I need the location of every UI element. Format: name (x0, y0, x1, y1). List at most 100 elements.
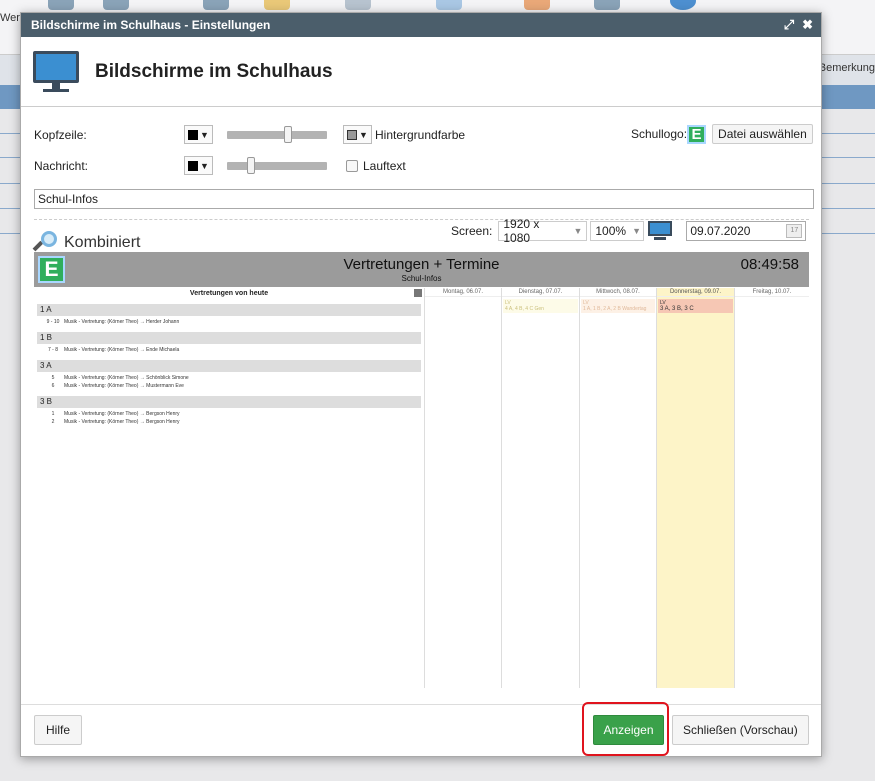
nachricht-opacity-slider[interactable] (227, 156, 327, 174)
entry-text: Musik - Vertretung: (Körner Theo) → Berg… (64, 411, 180, 417)
day-header: Donnerstag, 09.07. (657, 288, 734, 297)
resolution-select[interactable]: 1920 x 1080 ▼ (498, 217, 588, 245)
entry-hour: 2 (51, 419, 55, 425)
date-value: 09.07.2020 (690, 224, 751, 238)
anzeigen-button[interactable]: Anzeigen (593, 715, 664, 745)
hilfe-button[interactable]: Hilfe (34, 715, 83, 745)
chevron-down-icon: ▼ (632, 226, 641, 236)
dropdown-arrow-icon: ▼ (359, 129, 368, 140)
slider-handle[interactable] (284, 125, 292, 143)
schliessen-vorschau-button[interactable]: Schließen (Vorschau) (672, 715, 809, 745)
calendar-icon[interactable]: 17 (786, 224, 803, 238)
preview-clock: 08:49:58 (740, 256, 799, 273)
class-header: 1 A (37, 304, 421, 316)
resolution-value: 1920 x 1080 (503, 217, 540, 245)
kopfzeile-label: Kopfzeile: (34, 127, 87, 142)
entry-text: Musik - Vertretung: (Körner Theo) → Ende… (64, 347, 180, 353)
kopfzeile-row: Kopfzeile: ▼ ▼ Hintergrundfarbe (34, 125, 465, 144)
settings-dialog: Bildschirme im Schulhaus - Einstellungen… (20, 12, 822, 757)
help-icon[interactable] (670, 0, 696, 10)
dropdown-arrow-icon: ▼ (200, 160, 209, 171)
preview-subtitle: Schul-Infos (401, 274, 442, 283)
day-header: Freitag, 10.07. (735, 288, 809, 297)
class-header: 3 A (37, 360, 421, 372)
expand-icon[interactable]: ⤢ (784, 17, 794, 33)
substitution-title-text: Vertretungen von heute (189, 290, 269, 297)
date-input[interactable]: 09.07.2020 17 (686, 221, 807, 241)
substitution-entry: 7 - 8 Musik - Vertretung: (Körner Theo) →… (34, 346, 424, 354)
entry-text: Musik - Vertretung: (Körner Theo) → Schö… (64, 375, 189, 381)
nachricht-color-button[interactable]: ▼ (184, 156, 213, 175)
entry-text: Musik - Vertretung: (Körner Theo) → Berg… (64, 419, 180, 425)
kopfzeile-opacity-slider[interactable] (227, 125, 327, 143)
zoom-select[interactable]: 100% ▼ (590, 221, 645, 241)
substitution-entry: 6 Musik - Vertretung: (Körner Theo) → Mus… (34, 382, 424, 390)
substitution-entry: 9 - 10 Musik - Vertretung: (Körner Theo) … (34, 318, 424, 326)
chart-icon[interactable] (524, 0, 550, 10)
color-swatch (188, 160, 199, 171)
slider-handle[interactable] (247, 156, 255, 174)
day-column: Dienstag, 07.07. LV 4 A, 4 B, 4 C Gen (501, 288, 579, 688)
week-calendar: Montag, 06.07. Dienstag, 07.07. LV 4 A, … (424, 288, 809, 688)
calendar-event: LV 1 A, 1 B, 2 A, 2 B Wandertag (581, 299, 655, 313)
entry-hour: 6 (51, 383, 55, 389)
entry-hour: 5 (51, 375, 55, 381)
entry-text: Musik - Vertretung: (Körner Theo) → Must… (64, 383, 184, 389)
substitution-entry: 5 Musik - Vertretung: (Körner Theo) → Sch… (34, 374, 424, 382)
entry-hour: 1 (51, 411, 55, 417)
zoom-value: 100% (595, 224, 627, 238)
dialog-title: Bildschirme im Schulhaus - Einstellungen (31, 18, 271, 32)
lauftext-checkbox[interactable] (346, 159, 358, 172)
class-header: 1 B (37, 332, 421, 344)
toolbar-icon[interactable] (48, 0, 74, 10)
clock-icon[interactable] (103, 0, 129, 10)
folder-icon[interactable] (264, 0, 290, 10)
divider (34, 219, 809, 220)
day-header: Mittwoch, 08.07. (580, 288, 656, 297)
dialog-titlebar[interactable]: Bildschirme im Schulhaus - Einstellungen… (21, 13, 821, 37)
screen-preview-icon[interactable] (648, 221, 673, 241)
calendar-event: LV 3 A, 3 B, 3 C (658, 299, 733, 313)
dropdown-arrow-icon: ▼ (200, 129, 209, 140)
schullogo-row: Schullogo: E Datei auswählen (631, 124, 813, 144)
entry-text: Musik - Vertretung: (Körner Theo) → Herd… (64, 319, 180, 325)
substitution-title: Vertretungen von heute (34, 288, 424, 299)
search-icon[interactable] (203, 0, 229, 10)
kopfzeile-bg-color-button[interactable]: ▼ (343, 125, 372, 144)
preview-title: Vertretungen + Termine (343, 256, 500, 273)
edit-icon[interactable] (414, 289, 422, 297)
day-column: Montag, 06.07. (424, 288, 501, 688)
preview-header: E Vertretungen + Termine Schul-Infos 08:… (34, 252, 809, 287)
nachricht-row: Nachricht: ▼ Lauftext (34, 156, 406, 175)
view-mode-label: Kombiniert (64, 234, 141, 251)
dialog-heading: Bildschirme im Schulhaus (95, 60, 333, 82)
event-text: 4 A, 4 B, 4 C Gen (505, 306, 544, 312)
screen-label: Screen: (451, 224, 493, 238)
datei-auswaehlen-button[interactable]: Datei auswählen (712, 124, 813, 144)
event-text: 1 A, 1 B, 2 A, 2 B Wandertag (583, 306, 647, 312)
calendar-event: LV 4 A, 4 B, 4 C Gen (503, 299, 578, 313)
document-icon[interactable] (436, 0, 462, 10)
day-header: Dienstag, 07.07. (502, 288, 579, 297)
substitution-panel: Vertretungen von heute 1 A 9 - 10 Musik -… (34, 288, 424, 688)
dialog-header: Bildschirme im Schulhaus (21, 37, 821, 107)
nachricht-label: Nachricht: (34, 158, 89, 173)
chevron-down-icon: ▼ (573, 226, 583, 236)
day-column: Mittwoch, 08.07. LV 1 A, 1 B, 2 A, 2 B W… (579, 288, 656, 688)
color-swatch (188, 129, 199, 140)
column-header-bemerkung: Bemerkung (818, 62, 875, 74)
toolbar-label: Wer (0, 12, 20, 24)
class-header: 3 B (37, 396, 421, 408)
phone-icon[interactable] (345, 0, 371, 10)
day-column-today: Donnerstag, 09.07. LV 3 A, 3 B, 3 C (656, 288, 734, 688)
kopfzeile-text-color-button[interactable]: ▼ (184, 125, 213, 144)
lauftext-label: Lauftext (363, 158, 406, 173)
close-icon[interactable]: ✖ (802, 17, 813, 33)
message-input[interactable]: Schul-Infos (34, 189, 814, 209)
school-logo-icon: E (687, 124, 707, 144)
day-column: Freitag, 10.07. (734, 288, 809, 688)
day-header: Montag, 06.07. (425, 288, 501, 297)
book-icon[interactable] (594, 0, 620, 10)
footer-divider (21, 704, 821, 705)
color-swatch (347, 129, 358, 140)
